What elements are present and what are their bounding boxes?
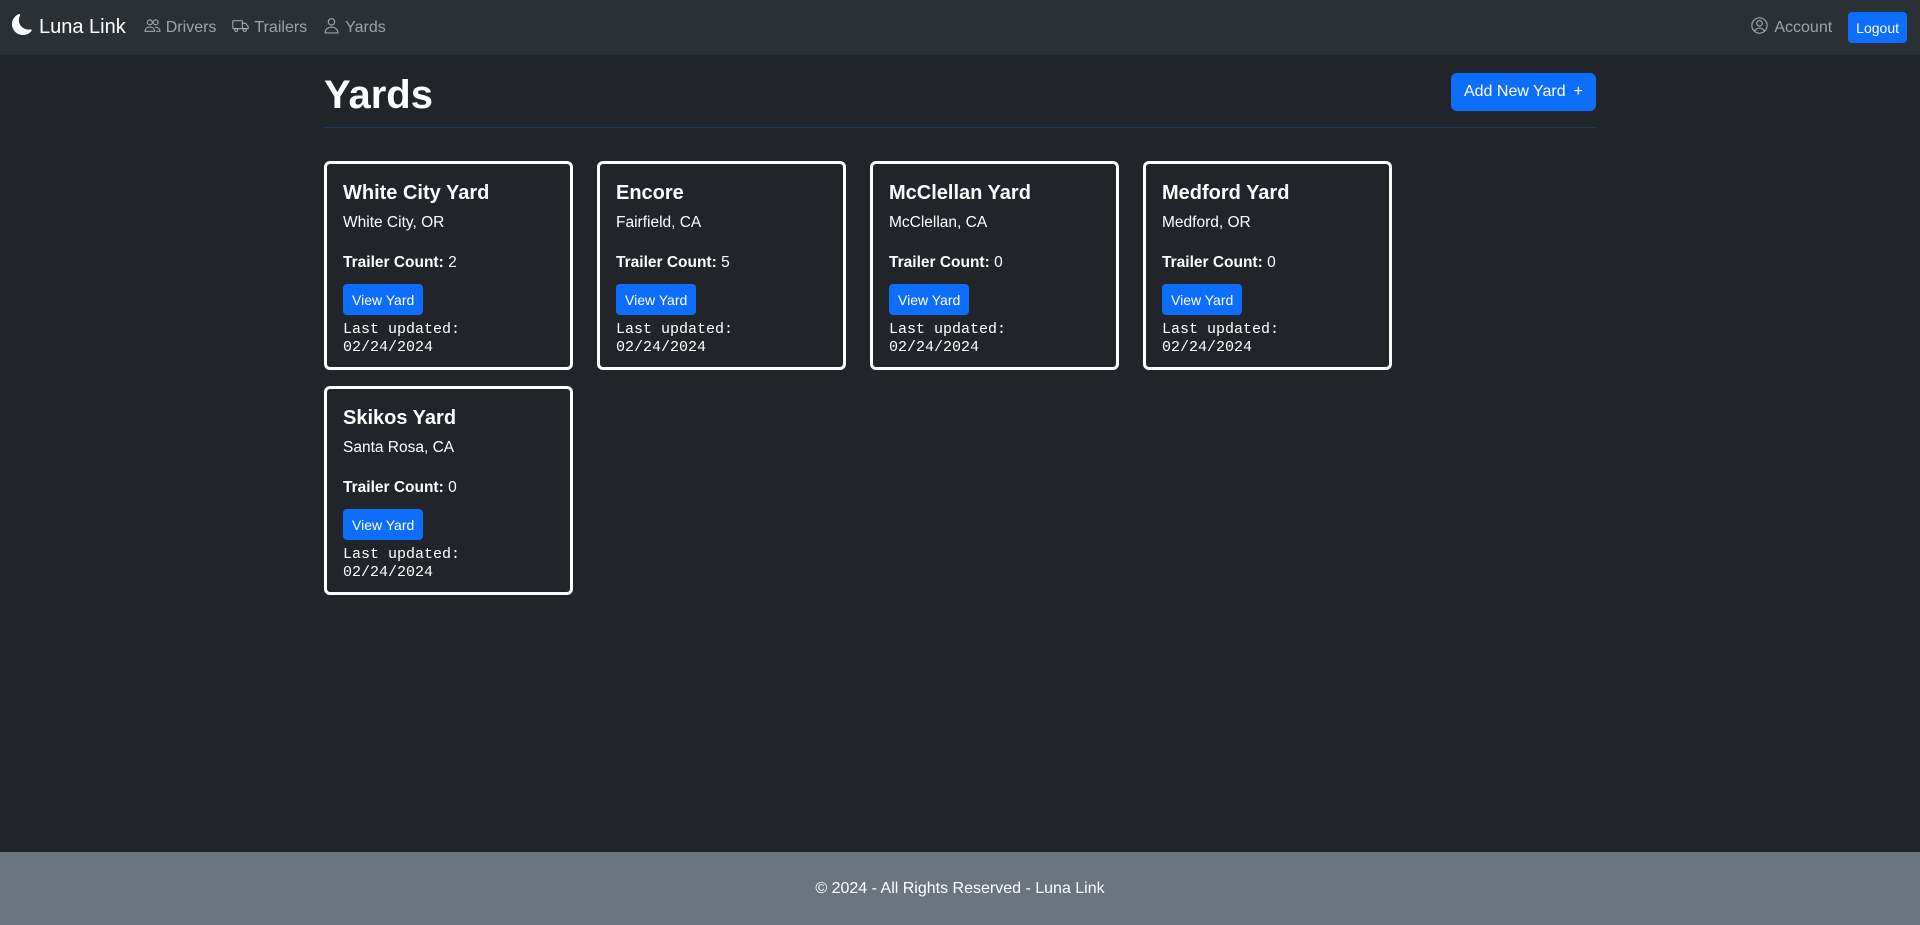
last-updated: Last updated: 02/24/2024	[343, 546, 461, 581]
view-yard-button[interactable]: View Yard	[343, 509, 424, 540]
yard-name: White City Yard	[343, 182, 490, 204]
trailer-count-label: Trailer Count:	[1162, 254, 1263, 271]
nav-drivers[interactable]: Drivers	[144, 17, 217, 39]
yard-name: McClellan Yard	[889, 182, 1031, 204]
person-icon	[323, 17, 340, 39]
account-link[interactable]: Account	[1751, 16, 1833, 39]
trailer-count: Trailer Count: 0	[343, 478, 554, 497]
last-updated: Last updated: 02/24/2024	[889, 321, 1007, 356]
yard-location: Fairfield, CA	[616, 214, 702, 231]
last-updated: Last updated: 02/24/2024	[343, 321, 461, 356]
account-label: Account	[1774, 18, 1833, 36]
people-icon	[144, 17, 161, 39]
page-title: Yards	[324, 72, 433, 117]
nav-drivers-label: Drivers	[165, 18, 217, 36]
navbar: Luna Link Drivers Trailers Yards Account…	[0, 0, 1920, 55]
yard-card: Medford Yard Medford, OR Trailer Count: …	[1143, 161, 1392, 370]
trailer-count-label: Trailer Count:	[889, 254, 990, 271]
yard-location: McClellan, CA	[889, 214, 988, 231]
last-updated: Last updated: 02/24/2024	[1162, 321, 1280, 356]
page-header: Yards Add New Yard +	[324, 55, 1596, 128]
yard-name: Encore	[616, 182, 684, 204]
trailer-count-value: 0	[994, 254, 1003, 271]
trailer-count-label: Trailer Count:	[343, 479, 444, 496]
main-content: Yards Add New Yard + White City Yard Whi…	[324, 55, 1596, 595]
yard-location: White City, OR	[343, 214, 445, 231]
trailer-count: Trailer Count: 0	[1162, 253, 1373, 272]
brand-name: Luna Link	[39, 16, 126, 38]
trailer-count: Trailer Count: 0	[889, 253, 1100, 272]
yard-card: Encore Fairfield, CA Trailer Count: 5 Vi…	[597, 161, 846, 370]
view-yard-button[interactable]: View Yard	[1162, 284, 1243, 315]
trailer-count-value: 0	[448, 479, 457, 496]
trailer-count-value: 2	[448, 254, 457, 271]
trailer-count: Trailer Count: 5	[616, 253, 827, 272]
trailer-count-label: Trailer Count:	[343, 254, 444, 271]
plus-icon: +	[1573, 83, 1583, 100]
last-updated: Last updated: 02/24/2024	[616, 321, 734, 356]
nav-trailers-label: Trailers	[254, 18, 308, 36]
trailer-count: Trailer Count: 2	[343, 253, 554, 272]
brand-link[interactable]: Luna Link	[12, 14, 126, 41]
trailer-count-value: 0	[1267, 254, 1276, 271]
add-new-yard-button[interactable]: Add New Yard +	[1450, 73, 1596, 111]
yard-card: McClellan Yard McClellan, CA Trailer Cou…	[870, 161, 1119, 370]
yard-card: White City Yard White City, OR Trailer C…	[324, 161, 573, 370]
trailer-count-label: Trailer Count:	[616, 254, 717, 271]
add-new-yard-label: Add New Yard	[1463, 83, 1566, 100]
yard-name: Medford Yard	[1162, 182, 1290, 204]
footer: © 2024 - All Rights Reserved - Luna Link	[0, 852, 1920, 925]
yard-location: Santa Rosa, CA	[343, 439, 455, 456]
nav-yards[interactable]: Yards	[323, 17, 386, 39]
footer-text: © 2024 - All Rights Reserved - Luna Link	[815, 879, 1105, 897]
person-circle-icon	[1751, 16, 1769, 39]
yard-name: Skikos Yard	[343, 407, 457, 429]
yard-card: Skikos Yard Santa Rosa, CA Trailer Count…	[324, 386, 573, 595]
logout-button[interactable]: Logout	[1848, 12, 1907, 43]
nav-trailers[interactable]: Trailers	[232, 17, 307, 39]
yard-location: Medford, OR	[1162, 214, 1251, 231]
view-yard-button[interactable]: View Yard	[616, 284, 697, 315]
navbar-right: Account Logout	[1751, 12, 1908, 43]
moon-icon	[12, 14, 33, 41]
truck-icon	[232, 17, 250, 39]
nav-yards-label: Yards	[345, 18, 386, 36]
view-yard-button[interactable]: View Yard	[889, 284, 970, 315]
trailer-count-value: 5	[721, 254, 730, 271]
view-yard-button[interactable]: View Yard	[343, 284, 424, 315]
